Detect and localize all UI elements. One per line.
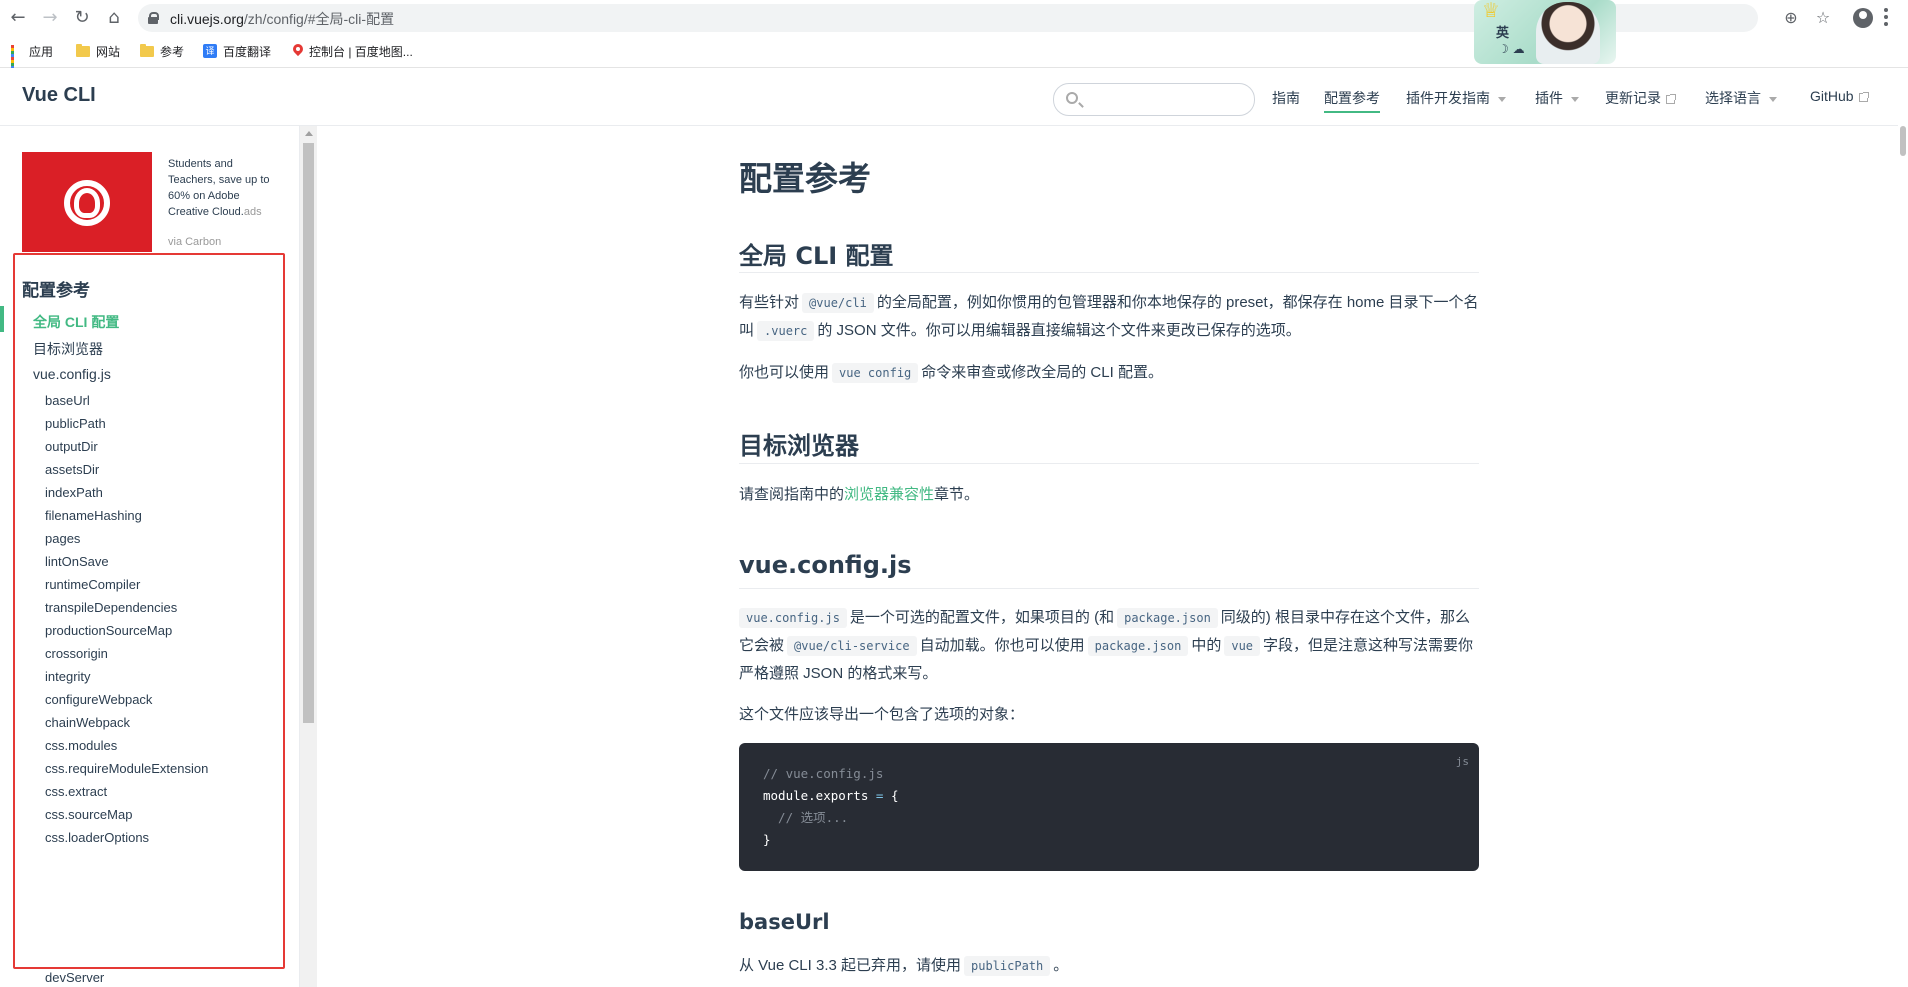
paragraph: 有些针对 @vue/cli 的全局配置，例如你惯用的包管理器和你本地保存的 pres… — [739, 293, 1479, 341]
apps-grid-icon — [11, 45, 23, 72]
browser-menu-icon[interactable] — [1884, 8, 1888, 28]
section-heading-vue-config-js: vue.config.js — [739, 551, 912, 579]
reload-icon[interactable]: ↻ — [70, 6, 94, 30]
sidebar-subitem[interactable]: transpileDependencies — [45, 600, 177, 615]
bookmarks-bar: 应用 网站 参考 译 百度翻译 控制台 | 百度地图... — [0, 38, 1908, 72]
divider — [739, 272, 1479, 273]
translate-icon: 译 — [203, 44, 217, 58]
lock-icon — [148, 12, 159, 24]
bookmark-websites[interactable]: 网站 — [76, 42, 120, 60]
address-row: ← → ↻ ⌂ cli.vuejs.org/zh/config/#全局-cli-… — [0, 0, 1908, 36]
paragraph: vue.config.js 是一个可选的配置文件，如果项目的 (和 package.… — [739, 608, 1474, 682]
sidebar-subitem[interactable]: css.requireModuleExtension — [45, 761, 208, 776]
ad-via[interactable]: via Carbon — [168, 236, 221, 248]
sidebar-subitem[interactable]: configureWebpack — [45, 692, 152, 707]
sidebar-subitem[interactable]: css.sourceMap — [45, 807, 132, 822]
sidebar-subitem[interactable]: integrity — [45, 669, 91, 684]
extension-sticker-image: ♕ 英 ☽ ☁ — [1474, 0, 1616, 64]
sidebar-subitem[interactable]: css.extract — [45, 784, 107, 799]
nav-github[interactable]: GitHub — [1810, 88, 1869, 104]
sidebar-subitem[interactable]: lintOnSave — [45, 554, 109, 569]
sidebar-subitem[interactable]: filenameHashing — [45, 508, 142, 523]
back-icon[interactable]: ← — [6, 6, 30, 30]
bookmark-reference[interactable]: 参考 — [140, 42, 184, 60]
section-heading-baseurl: baseUrl — [739, 910, 830, 934]
code-content: // vue.config.js module.exports = { // 选… — [763, 766, 899, 847]
sidebar-item-vue-config-js[interactable]: vue.config.js — [33, 366, 111, 382]
chevron-down-icon — [1769, 96, 1777, 102]
bookmark-baidu-translate[interactable]: 译 百度翻译 — [203, 42, 271, 60]
active-indicator — [0, 306, 4, 332]
search-box[interactable] — [1053, 83, 1255, 116]
nav-guide[interactable]: 指南 — [1272, 88, 1300, 108]
chevron-down-icon — [1571, 96, 1579, 102]
sidebar-subitem[interactable]: publicPath — [45, 416, 106, 431]
chevron-down-icon — [1498, 96, 1506, 102]
scrollbar-thumb[interactable] — [303, 143, 314, 723]
sidebar-subitem[interactable]: css.loaderOptions — [45, 830, 149, 845]
sidebar: Students and Teachers, save up to 60% on… — [0, 126, 300, 987]
paragraph: 这个文件应该导出一个包含了选项的对象： — [739, 706, 1025, 723]
code-language-label: js — [1455, 755, 1469, 768]
external-link-icon — [1858, 91, 1869, 102]
zoom-icon[interactable]: ⊕ — [1779, 6, 1803, 30]
sidebar-item-global-cli-config[interactable]: 全局 CLI 配置 — [33, 312, 119, 332]
bookmark-star-icon[interactable]: ☆ — [1811, 6, 1835, 30]
sidebar-subitem[interactable]: pages — [45, 531, 80, 546]
profile-avatar-icon[interactable] — [1853, 8, 1873, 28]
sidebar-subitem[interactable]: baseUrl — [45, 393, 90, 408]
forward-icon[interactable]: → — [38, 6, 62, 30]
folder-icon — [76, 43, 90, 57]
site-header: Vue CLI 指南 配置参考 插件开发指南 插件 更新记录 选择语言 GitH… — [0, 68, 1898, 126]
divider — [739, 588, 1479, 589]
sidebar-subitem[interactable]: crossorigin — [45, 646, 108, 661]
paragraph: 请查阅指南中的浏览器兼容性章节。 — [739, 486, 980, 503]
nav-plugins[interactable]: 插件 — [1535, 88, 1579, 108]
nav-language[interactable]: 选择语言 — [1705, 88, 1777, 108]
scrollbar-thumb[interactable] — [1900, 126, 1906, 156]
url-text: cli.vuejs.org/zh/config/#全局-cli-配置 — [170, 11, 395, 27]
sidebar-heading[interactable]: 配置参考 — [22, 276, 90, 301]
folder-icon — [140, 43, 154, 57]
sidebar-subitem[interactable]: assetsDir — [45, 462, 99, 477]
sidebar-scrollbar[interactable] — [300, 126, 317, 987]
bookmark-baidu-map-console[interactable]: 控制台 | 百度地图... — [293, 42, 413, 60]
home-icon[interactable]: ⌂ — [102, 6, 126, 30]
browser-chrome: ← → ↻ ⌂ cli.vuejs.org/zh/config/#全局-cli-… — [0, 0, 1908, 72]
paragraph: 你也可以使用 vue config 命令来审查或修改全局的 CLI 配置。 — [739, 363, 1163, 383]
sidebar-subitem[interactable]: runtimeCompiler — [45, 577, 140, 592]
search-icon — [1066, 92, 1078, 104]
section-heading-browser-targets: 目标浏览器 — [739, 432, 859, 460]
character-portrait — [1536, 2, 1600, 64]
sidebar-subitem[interactable]: outputDir — [45, 439, 98, 454]
bookmark-apps[interactable]: 应用 — [11, 42, 53, 72]
nav-changelog[interactable]: 更新记录 — [1605, 88, 1676, 108]
sidebar-subitem[interactable]: indexPath — [45, 485, 103, 500]
sidebar-subitem[interactable]: productionSourceMap — [45, 623, 172, 638]
page-title: 配置参考 — [739, 159, 871, 198]
site-title[interactable]: Vue CLI — [22, 84, 96, 107]
divider — [739, 463, 1479, 464]
map-pin-icon — [293, 44, 303, 58]
sidebar-subitem[interactable]: chainWebpack — [45, 715, 130, 730]
section-heading-global-cli: 全局 CLI 配置 — [739, 242, 894, 270]
code-block: js // vue.config.js module.exports = { /… — [739, 743, 1479, 871]
browser-compat-link[interactable]: 浏览器兼容性 — [844, 486, 934, 503]
page-scrollbar[interactable] — [1898, 126, 1908, 987]
sidebar-subitem[interactable]: devServer — [45, 970, 104, 985]
paragraph: 从 Vue CLI 3.3 起已弃用，请使用 publicPath。 — [739, 956, 1069, 976]
external-link-icon — [1666, 93, 1676, 104]
adobe-creative-cloud-logo[interactable] — [22, 152, 152, 252]
crown-icon: ♕ — [1482, 0, 1500, 22]
nav-plugin-dev[interactable]: 插件开发指南 — [1406, 88, 1506, 108]
ad-text[interactable]: Students and Teachers, save up to 60% on… — [168, 156, 282, 220]
sidebar-subitem[interactable]: css.modules — [45, 738, 117, 753]
sidebar-item-browser-targets[interactable]: 目标浏览器 — [33, 339, 103, 359]
carbon-ad[interactable]: Students and Teachers, save up to 60% on… — [22, 152, 282, 252]
scroll-up-arrow-icon[interactable] — [305, 131, 313, 136]
nav-config[interactable]: 配置参考 — [1324, 88, 1380, 113]
search-input[interactable] — [1086, 88, 1246, 112]
